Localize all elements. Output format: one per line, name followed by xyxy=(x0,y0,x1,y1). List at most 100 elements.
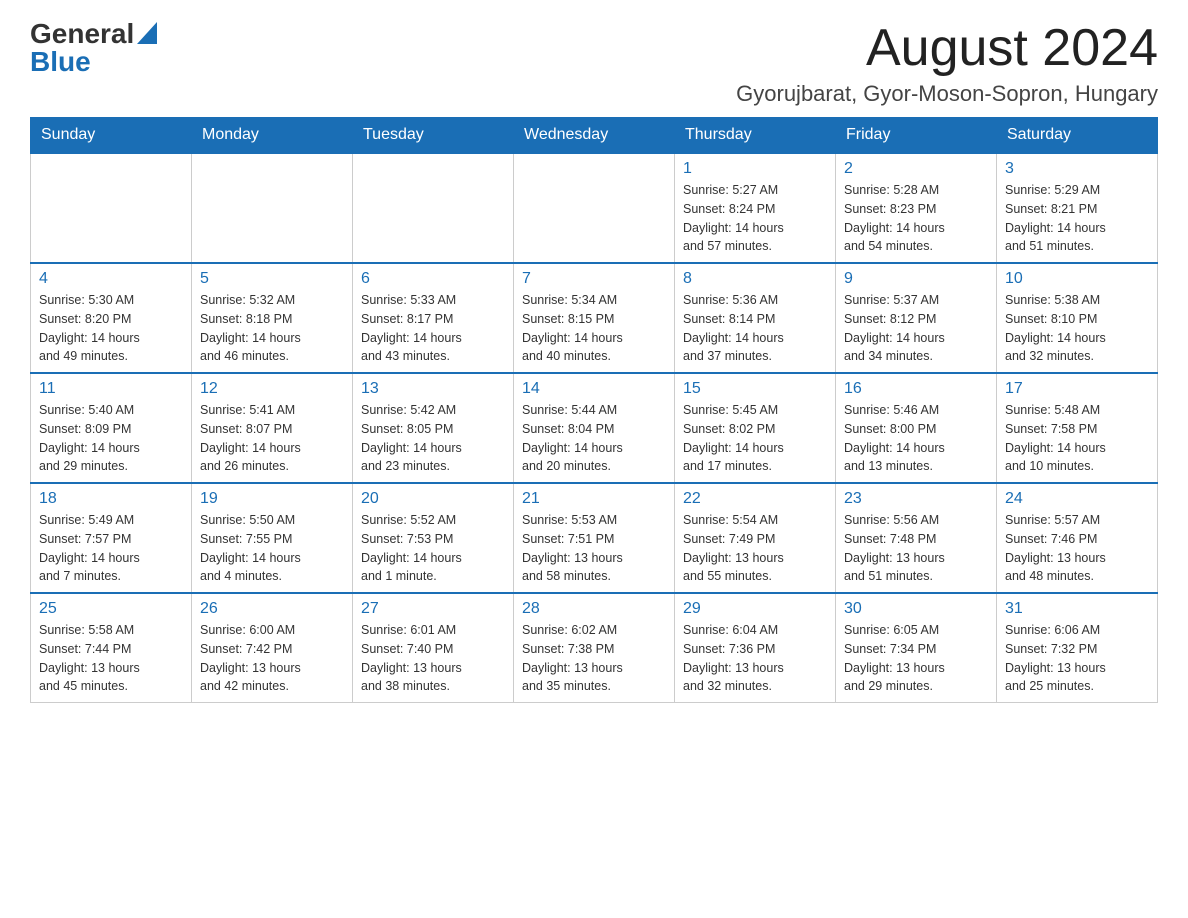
calendar-cell: 10Sunrise: 5:38 AMSunset: 8:10 PMDayligh… xyxy=(997,263,1158,373)
day-number: 18 xyxy=(39,490,183,508)
calendar-cell: 22 Sunrise: 5:54 AMSunset: 7:49 PMDayligh… xyxy=(675,483,836,593)
day-info: Sunrise: 6:00 AMSunset: 7:42 PMDaylight:… xyxy=(200,621,344,696)
day-number: 26 xyxy=(200,600,344,618)
calendar-week-row: 18 Sunrise: 5:49 AMSunset: 7:57 PMDayligh… xyxy=(31,483,1158,593)
calendar-cell: 24 Sunrise: 5:57 AMSunset: 7:46 PMDayligh… xyxy=(997,483,1158,593)
day-info: Sunrise: 5:42 AMSunset: 8:05 PMDaylight:… xyxy=(361,401,505,476)
calendar-cell: 25Sunrise: 5:58 AMSunset: 7:44 PMDayligh… xyxy=(31,593,192,703)
calendar-cell: 8 Sunrise: 5:36 AMSunset: 8:14 PMDaylight… xyxy=(675,263,836,373)
calendar-cell: 31 Sunrise: 6:06 AMSunset: 7:32 PMDayligh… xyxy=(997,593,1158,703)
day-info: Sunrise: 5:36 AMSunset: 8:14 PMDaylight:… xyxy=(683,291,827,366)
day-info: Sunrise: 5:40 AMSunset: 8:09 PMDaylight:… xyxy=(39,401,183,476)
month-title: August 2024 xyxy=(736,20,1158,77)
day-number: 15 xyxy=(683,380,827,398)
location-title: Gyorujbarat, Gyor-Moson-Sopron, Hungary xyxy=(736,81,1158,107)
day-number: 8 xyxy=(683,270,827,288)
calendar-cell: 16 Sunrise: 5:46 AMSunset: 8:00 PMDayligh… xyxy=(836,373,997,483)
day-number: 20 xyxy=(361,490,505,508)
calendar-cell: 27Sunrise: 6:01 AMSunset: 7:40 PMDayligh… xyxy=(353,593,514,703)
calendar-cell: 17 Sunrise: 5:48 AMSunset: 7:58 PMDayligh… xyxy=(997,373,1158,483)
day-of-week-header: Saturday xyxy=(997,118,1158,154)
calendar-cell xyxy=(192,153,353,263)
day-info: Sunrise: 5:33 AMSunset: 8:17 PMDaylight:… xyxy=(361,291,505,366)
day-number: 19 xyxy=(200,490,344,508)
calendar-cell: 23 Sunrise: 5:56 AMSunset: 7:48 PMDayligh… xyxy=(836,483,997,593)
day-info: Sunrise: 5:41 AMSunset: 8:07 PMDaylight:… xyxy=(200,401,344,476)
day-info: Sunrise: 6:01 AMSunset: 7:40 PMDaylight:… xyxy=(361,621,505,696)
day-number: 1 xyxy=(683,160,827,178)
day-info: Sunrise: 5:56 AMSunset: 7:48 PMDaylight:… xyxy=(844,511,988,586)
calendar-table: SundayMondayTuesdayWednesdayThursdayFrid… xyxy=(30,117,1158,703)
day-info: Sunrise: 5:27 AMSunset: 8:24 PMDaylight:… xyxy=(683,181,827,256)
calendar-cell: 14Sunrise: 5:44 AMSunset: 8:04 PMDayligh… xyxy=(514,373,675,483)
day-number: 23 xyxy=(844,490,988,508)
calendar-cell: 21 Sunrise: 5:53 AMSunset: 7:51 PMDayligh… xyxy=(514,483,675,593)
day-info: Sunrise: 5:53 AMSunset: 7:51 PMDaylight:… xyxy=(522,511,666,586)
day-number: 22 xyxy=(683,490,827,508)
calendar-week-row: 1 Sunrise: 5:27 AMSunset: 8:24 PMDaylight… xyxy=(31,153,1158,263)
calendar-cell: 15 Sunrise: 5:45 AMSunset: 8:02 PMDayligh… xyxy=(675,373,836,483)
calendar-cell: 2 Sunrise: 5:28 AMSunset: 8:23 PMDaylight… xyxy=(836,153,997,263)
calendar-cell: 9 Sunrise: 5:37 AMSunset: 8:12 PMDaylight… xyxy=(836,263,997,373)
day-info: Sunrise: 5:44 AMSunset: 8:04 PMDaylight:… xyxy=(522,401,666,476)
calendar-cell: 1 Sunrise: 5:27 AMSunset: 8:24 PMDaylight… xyxy=(675,153,836,263)
day-number: 21 xyxy=(522,490,666,508)
logo-triangle-icon xyxy=(137,22,157,44)
calendar-cell: 12Sunrise: 5:41 AMSunset: 8:07 PMDayligh… xyxy=(192,373,353,483)
day-number: 9 xyxy=(844,270,988,288)
day-number: 25 xyxy=(39,600,183,618)
calendar-cell: 4Sunrise: 5:30 AMSunset: 8:20 PMDaylight… xyxy=(31,263,192,373)
day-number: 2 xyxy=(844,160,988,178)
day-of-week-header: Friday xyxy=(836,118,997,154)
logo: General Blue xyxy=(30,20,157,76)
calendar-cell: 19Sunrise: 5:50 AMSunset: 7:55 PMDayligh… xyxy=(192,483,353,593)
calendar-cell: 29Sunrise: 6:04 AMSunset: 7:36 PMDayligh… xyxy=(675,593,836,703)
day-of-week-header: Wednesday xyxy=(514,118,675,154)
day-info: Sunrise: 5:29 AMSunset: 8:21 PMDaylight:… xyxy=(1005,181,1149,256)
logo-blue-text: Blue xyxy=(30,46,91,77)
page-header: General Blue August 2024 Gyorujbarat, Gy… xyxy=(30,20,1158,107)
day-number: 17 xyxy=(1005,380,1149,398)
day-info: Sunrise: 5:57 AMSunset: 7:46 PMDaylight:… xyxy=(1005,511,1149,586)
calendar-cell: 30 Sunrise: 6:05 AMSunset: 7:34 PMDayligh… xyxy=(836,593,997,703)
day-number: 5 xyxy=(200,270,344,288)
day-number: 28 xyxy=(522,600,666,618)
day-number: 6 xyxy=(361,270,505,288)
day-number: 10 xyxy=(1005,270,1149,288)
day-number: 29 xyxy=(683,600,827,618)
day-info: Sunrise: 6:02 AMSunset: 7:38 PMDaylight:… xyxy=(522,621,666,696)
day-number: 31 xyxy=(1005,600,1149,618)
calendar-cell: 13 Sunrise: 5:42 AMSunset: 8:05 PMDayligh… xyxy=(353,373,514,483)
calendar-header-row: SundayMondayTuesdayWednesdayThursdayFrid… xyxy=(31,118,1158,154)
day-info: Sunrise: 5:48 AMSunset: 7:58 PMDaylight:… xyxy=(1005,401,1149,476)
day-info: Sunrise: 5:49 AMSunset: 7:57 PMDaylight:… xyxy=(39,511,183,586)
day-number: 7 xyxy=(522,270,666,288)
day-number: 4 xyxy=(39,270,183,288)
day-of-week-header: Monday xyxy=(192,118,353,154)
calendar-cell: 11 Sunrise: 5:40 AMSunset: 8:09 PMDayligh… xyxy=(31,373,192,483)
calendar-cell: 3 Sunrise: 5:29 AMSunset: 8:21 PMDaylight… xyxy=(997,153,1158,263)
day-of-week-header: Tuesday xyxy=(353,118,514,154)
day-number: 24 xyxy=(1005,490,1149,508)
day-number: 11 xyxy=(39,380,183,398)
day-info: Sunrise: 6:05 AMSunset: 7:34 PMDaylight:… xyxy=(844,621,988,696)
day-number: 16 xyxy=(844,380,988,398)
calendar-cell xyxy=(514,153,675,263)
day-of-week-header: Thursday xyxy=(675,118,836,154)
day-number: 30 xyxy=(844,600,988,618)
calendar-cell: 28 Sunrise: 6:02 AMSunset: 7:38 PMDayligh… xyxy=(514,593,675,703)
calendar-cell: 7 Sunrise: 5:34 AMSunset: 8:15 PMDaylight… xyxy=(514,263,675,373)
day-info: Sunrise: 6:06 AMSunset: 7:32 PMDaylight:… xyxy=(1005,621,1149,696)
calendar-cell xyxy=(353,153,514,263)
day-info: Sunrise: 5:46 AMSunset: 8:00 PMDaylight:… xyxy=(844,401,988,476)
day-info: Sunrise: 5:37 AMSunset: 8:12 PMDaylight:… xyxy=(844,291,988,366)
day-number: 13 xyxy=(361,380,505,398)
calendar-week-row: 25Sunrise: 5:58 AMSunset: 7:44 PMDayligh… xyxy=(31,593,1158,703)
day-info: Sunrise: 5:45 AMSunset: 8:02 PMDaylight:… xyxy=(683,401,827,476)
day-info: Sunrise: 5:54 AMSunset: 7:49 PMDaylight:… xyxy=(683,511,827,586)
calendar-week-row: 11 Sunrise: 5:40 AMSunset: 8:09 PMDayligh… xyxy=(31,373,1158,483)
day-info: Sunrise: 5:34 AMSunset: 8:15 PMDaylight:… xyxy=(522,291,666,366)
day-number: 3 xyxy=(1005,160,1149,178)
title-block: August 2024 Gyorujbarat, Gyor-Moson-Sopr… xyxy=(736,20,1158,107)
day-info: Sunrise: 5:28 AMSunset: 8:23 PMDaylight:… xyxy=(844,181,988,256)
